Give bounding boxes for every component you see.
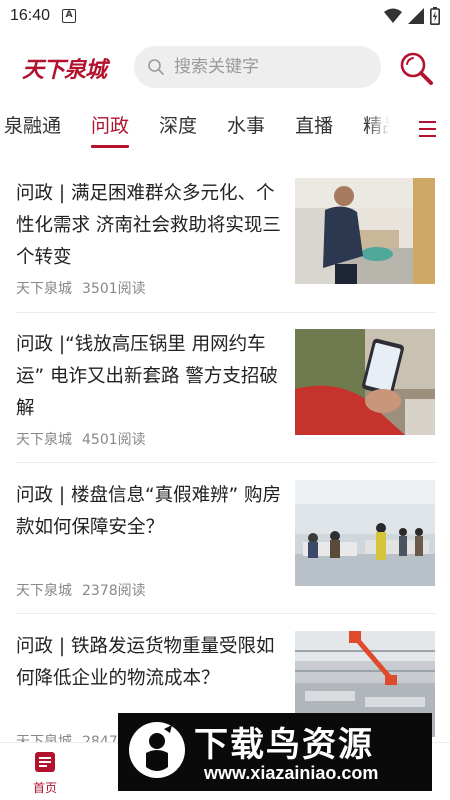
channel-menu-button[interactable] [404, 106, 450, 152]
divider [16, 462, 436, 463]
search-bar[interactable] [134, 46, 381, 88]
tab-fade [366, 106, 400, 152]
bird-logo-icon [129, 722, 185, 778]
tab-shendu[interactable]: 深度 [159, 106, 197, 146]
article-item[interactable]: 问政 | 满足困难群众多元化、个性化需求 济南社会救助将实现三个转变 天下泉城 3… [16, 178, 436, 308]
home-icon [35, 752, 55, 772]
tab-wenzheng[interactable]: 问政 [91, 106, 130, 148]
magnifier-icon [400, 52, 433, 85]
search-icon [148, 59, 164, 75]
article-thumbnail[interactable] [295, 329, 435, 435]
article-meta: 天下泉城 3501阅读 [16, 278, 146, 298]
article-views: 2378阅读 [82, 583, 146, 599]
tab-quanrongtong[interactable]: 泉融通 [4, 106, 61, 146]
article-views: 3501阅读 [82, 281, 146, 297]
article-title[interactable]: 问政 | 铁路发运货物重量受限如何降低企业的物流成本？ [16, 631, 284, 695]
watermark-title: 下载鸟资源 [194, 725, 374, 765]
article-title[interactable]: 问政 | 满足困难群众多元化、个性化需求 济南社会救助将实现三个转变 [16, 178, 284, 274]
article-title[interactable]: 问政 |“钱放高压锅里 用网约车运” 电诈又出新套路 警方支招破解 [16, 329, 284, 425]
article-item[interactable]: 问政 | 楼盘信息“真假难辨” 购房款如何保障安全？ 天下泉城 2378阅读 [16, 480, 436, 610]
divider [16, 613, 436, 614]
article-source: 天下泉城 [16, 583, 72, 599]
channel-tabs: 泉融通 问政 深度 水事 直播 精品 [0, 106, 450, 152]
divider [16, 312, 436, 313]
article-views: 4501阅读 [82, 432, 146, 448]
notification-icon: A [62, 9, 77, 23]
search-input[interactable] [174, 57, 354, 77]
tab-shuishi[interactable]: 水事 [227, 106, 265, 146]
article-thumbnail[interactable] [295, 480, 435, 586]
article-thumbnail[interactable] [295, 178, 435, 284]
menu-icon [418, 121, 436, 123]
article-source: 天下泉城 [16, 432, 72, 448]
status-time: 16:40 [10, 7, 51, 24]
tab-zhibo[interactable]: 直播 [295, 106, 333, 146]
wifi-icon [384, 8, 402, 23]
search-button[interactable] [398, 50, 434, 86]
battery-icon [430, 7, 440, 25]
nav-home-label: 首页 [32, 781, 57, 795]
article-meta: 天下泉城 4501阅读 [16, 429, 146, 449]
nav-home[interactable]: 首页 [28, 751, 62, 796]
app-logo[interactable]: 天下泉城 [22, 52, 114, 83]
article-title[interactable]: 问政 | 楼盘信息“真假难辨” 购房款如何保障安全？ [16, 480, 284, 544]
article-meta: 天下泉城 2378阅读 [16, 580, 146, 600]
watermark-url: www.xiazainiao.com [204, 763, 379, 783]
status-bar: 16:40 A [0, 0, 450, 32]
app-header: 天下泉城 [0, 40, 450, 94]
signal-icon [408, 8, 424, 24]
article-item[interactable]: 问政 |“钱放高压锅里 用网约车运” 电诈又出新套路 警方支招破解 天下泉城 45… [16, 329, 436, 459]
status-indicators [384, 7, 440, 25]
watermark-banner: 下载鸟资源 www.xiazainiao.com [118, 713, 432, 791]
article-source: 天下泉城 [16, 281, 72, 297]
